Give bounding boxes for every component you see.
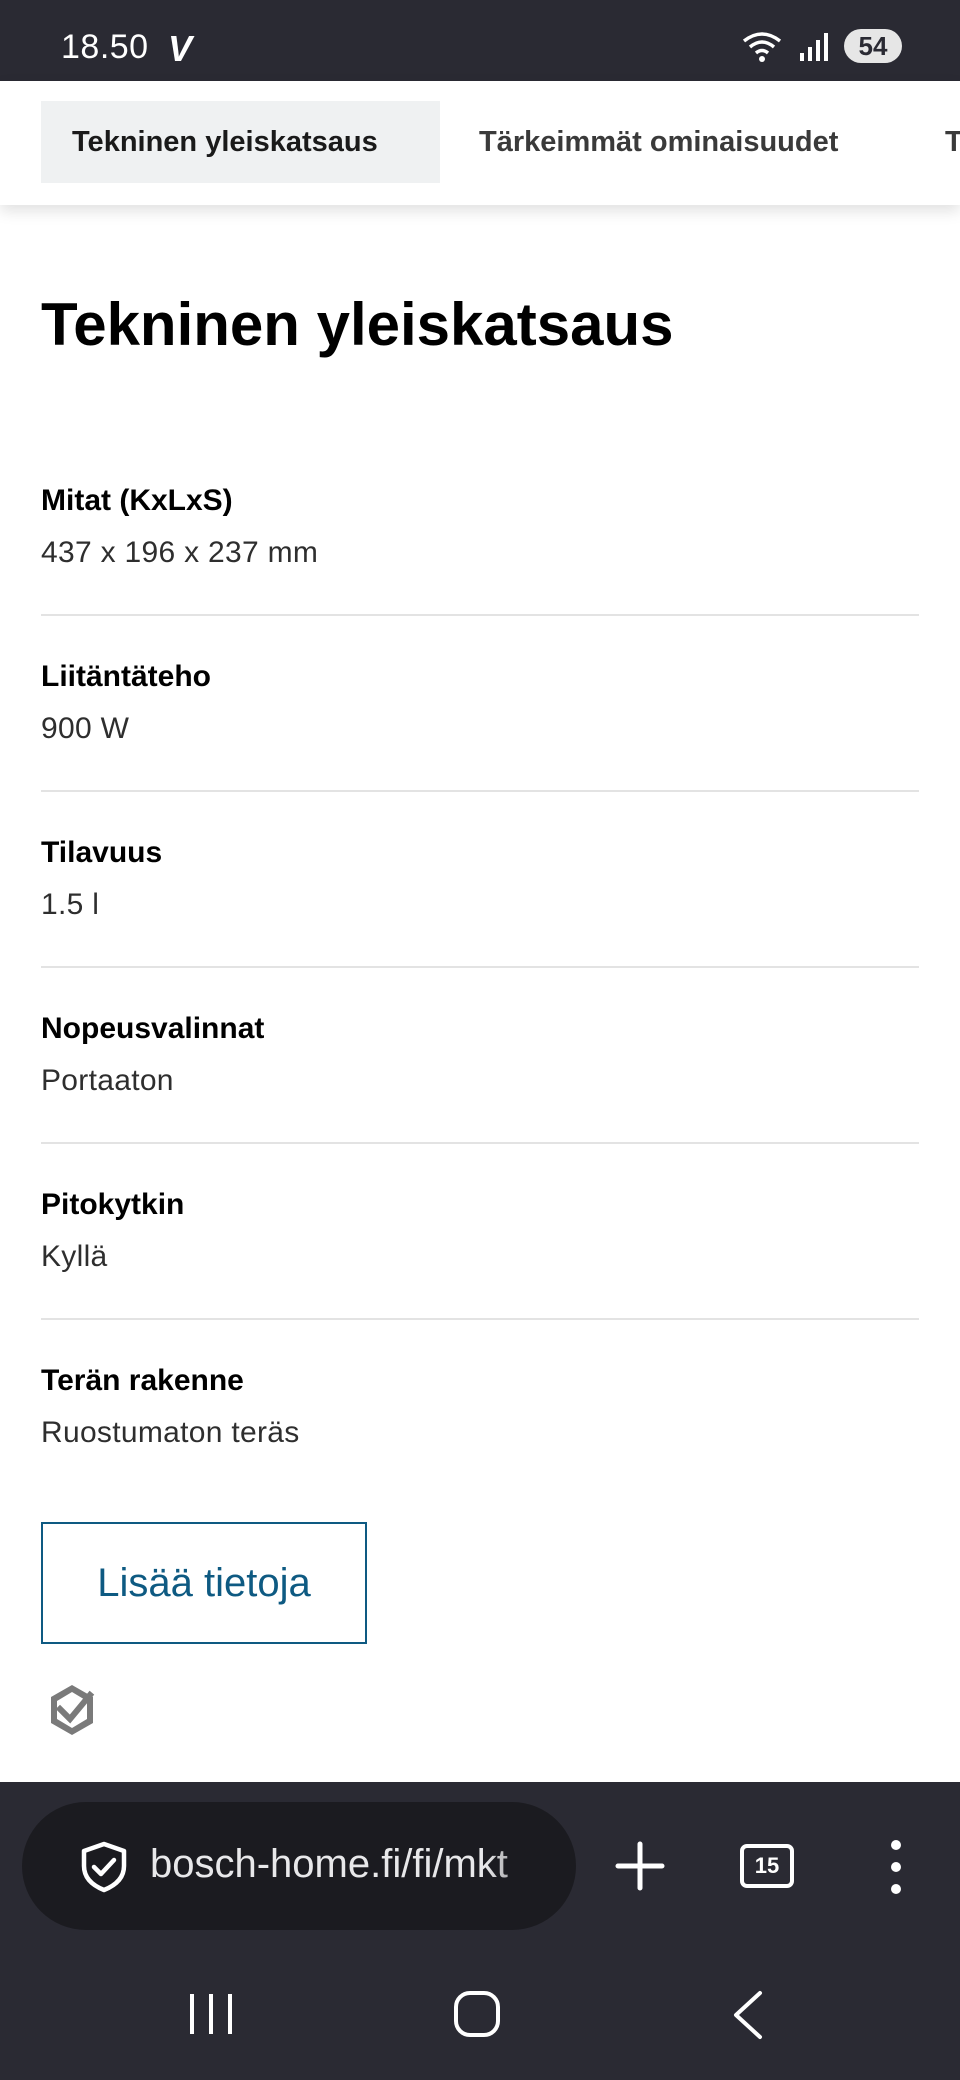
tabs-count-button[interactable]: 15 (740, 1844, 794, 1888)
spec-label: Liitäntäteho (41, 660, 211, 693)
more-vert-icon[interactable] (888, 1838, 904, 1896)
spec-label: Pitokytkin (41, 1188, 185, 1221)
tab-next-partial[interactable]: T (914, 101, 960, 183)
more-info-button[interactable]: Lisää tietoja (41, 1522, 367, 1644)
spec-row: Pitokytkin Kyllä (41, 1144, 919, 1320)
spec-label: Nopeusvalinnat (41, 1012, 265, 1045)
tab-tekninen-yleiskatsaus[interactable]: Tekninen yleiskatsaus (41, 101, 440, 183)
tab-tarkeimmat-ominaisuudet[interactable]: Tärkeimmät ominaisuudet (448, 101, 869, 183)
spec-row: Nopeusvalinnat Portaaton (41, 968, 919, 1144)
url-text[interactable]: bosch-home.fi/fi/mkt (150, 1842, 570, 1887)
spec-value: 900 W (41, 712, 130, 745)
spec-value: 1.5 l (41, 888, 100, 921)
carrier-icon: V (168, 28, 193, 69)
spec-row: Terän rakenne Ruostumaton teräs (41, 1320, 919, 1496)
spec-label: Tilavuus (41, 836, 163, 869)
browser-toolbar: bosch-home.fi/fi/mkt 15 (0, 1782, 960, 1950)
wifi-icon (742, 32, 782, 62)
address-bar[interactable]: bosch-home.fi/fi/mkt (22, 1802, 576, 1930)
signal-icon (800, 33, 828, 61)
plus-icon[interactable] (614, 1840, 666, 1892)
recents-icon[interactable] (188, 1992, 234, 2036)
page-title: Tekninen yleiskatsaus (41, 291, 674, 358)
status-bar: 18.50 V 54 (0, 0, 960, 81)
system-nav-bar (0, 1950, 960, 2080)
spec-label: Terän rakenne (41, 1364, 244, 1397)
shield-check-icon[interactable] (78, 1840, 130, 1894)
spec-label: Mitat (KxLxS) (41, 484, 233, 517)
status-time: 18.50 (61, 28, 149, 66)
battery-indicator: 54 (844, 29, 902, 63)
spec-value: Portaaton (41, 1064, 174, 1097)
spec-row: Tilavuus 1.5 l (41, 792, 919, 968)
spec-row: Liitäntäteho 900 W (41, 616, 919, 792)
spec-value: 437 x 196 x 237 mm (41, 536, 319, 569)
home-icon[interactable] (453, 1990, 501, 2038)
section-tab-strip: Tekninen yleiskatsaus Tärkeimmät ominais… (0, 81, 960, 205)
back-icon[interactable] (730, 1990, 764, 2040)
spec-list: Mitat (KxLxS) 437 x 196 x 237 mm Liitänt… (41, 440, 919, 1496)
status-icons: 54 (742, 26, 902, 66)
spec-value: Kyllä (41, 1240, 108, 1273)
spec-row: Mitat (KxLxS) 437 x 196 x 237 mm (41, 440, 919, 616)
spec-value: Ruostumaton teräs (41, 1416, 300, 1449)
check-badge-icon (51, 1685, 95, 1735)
